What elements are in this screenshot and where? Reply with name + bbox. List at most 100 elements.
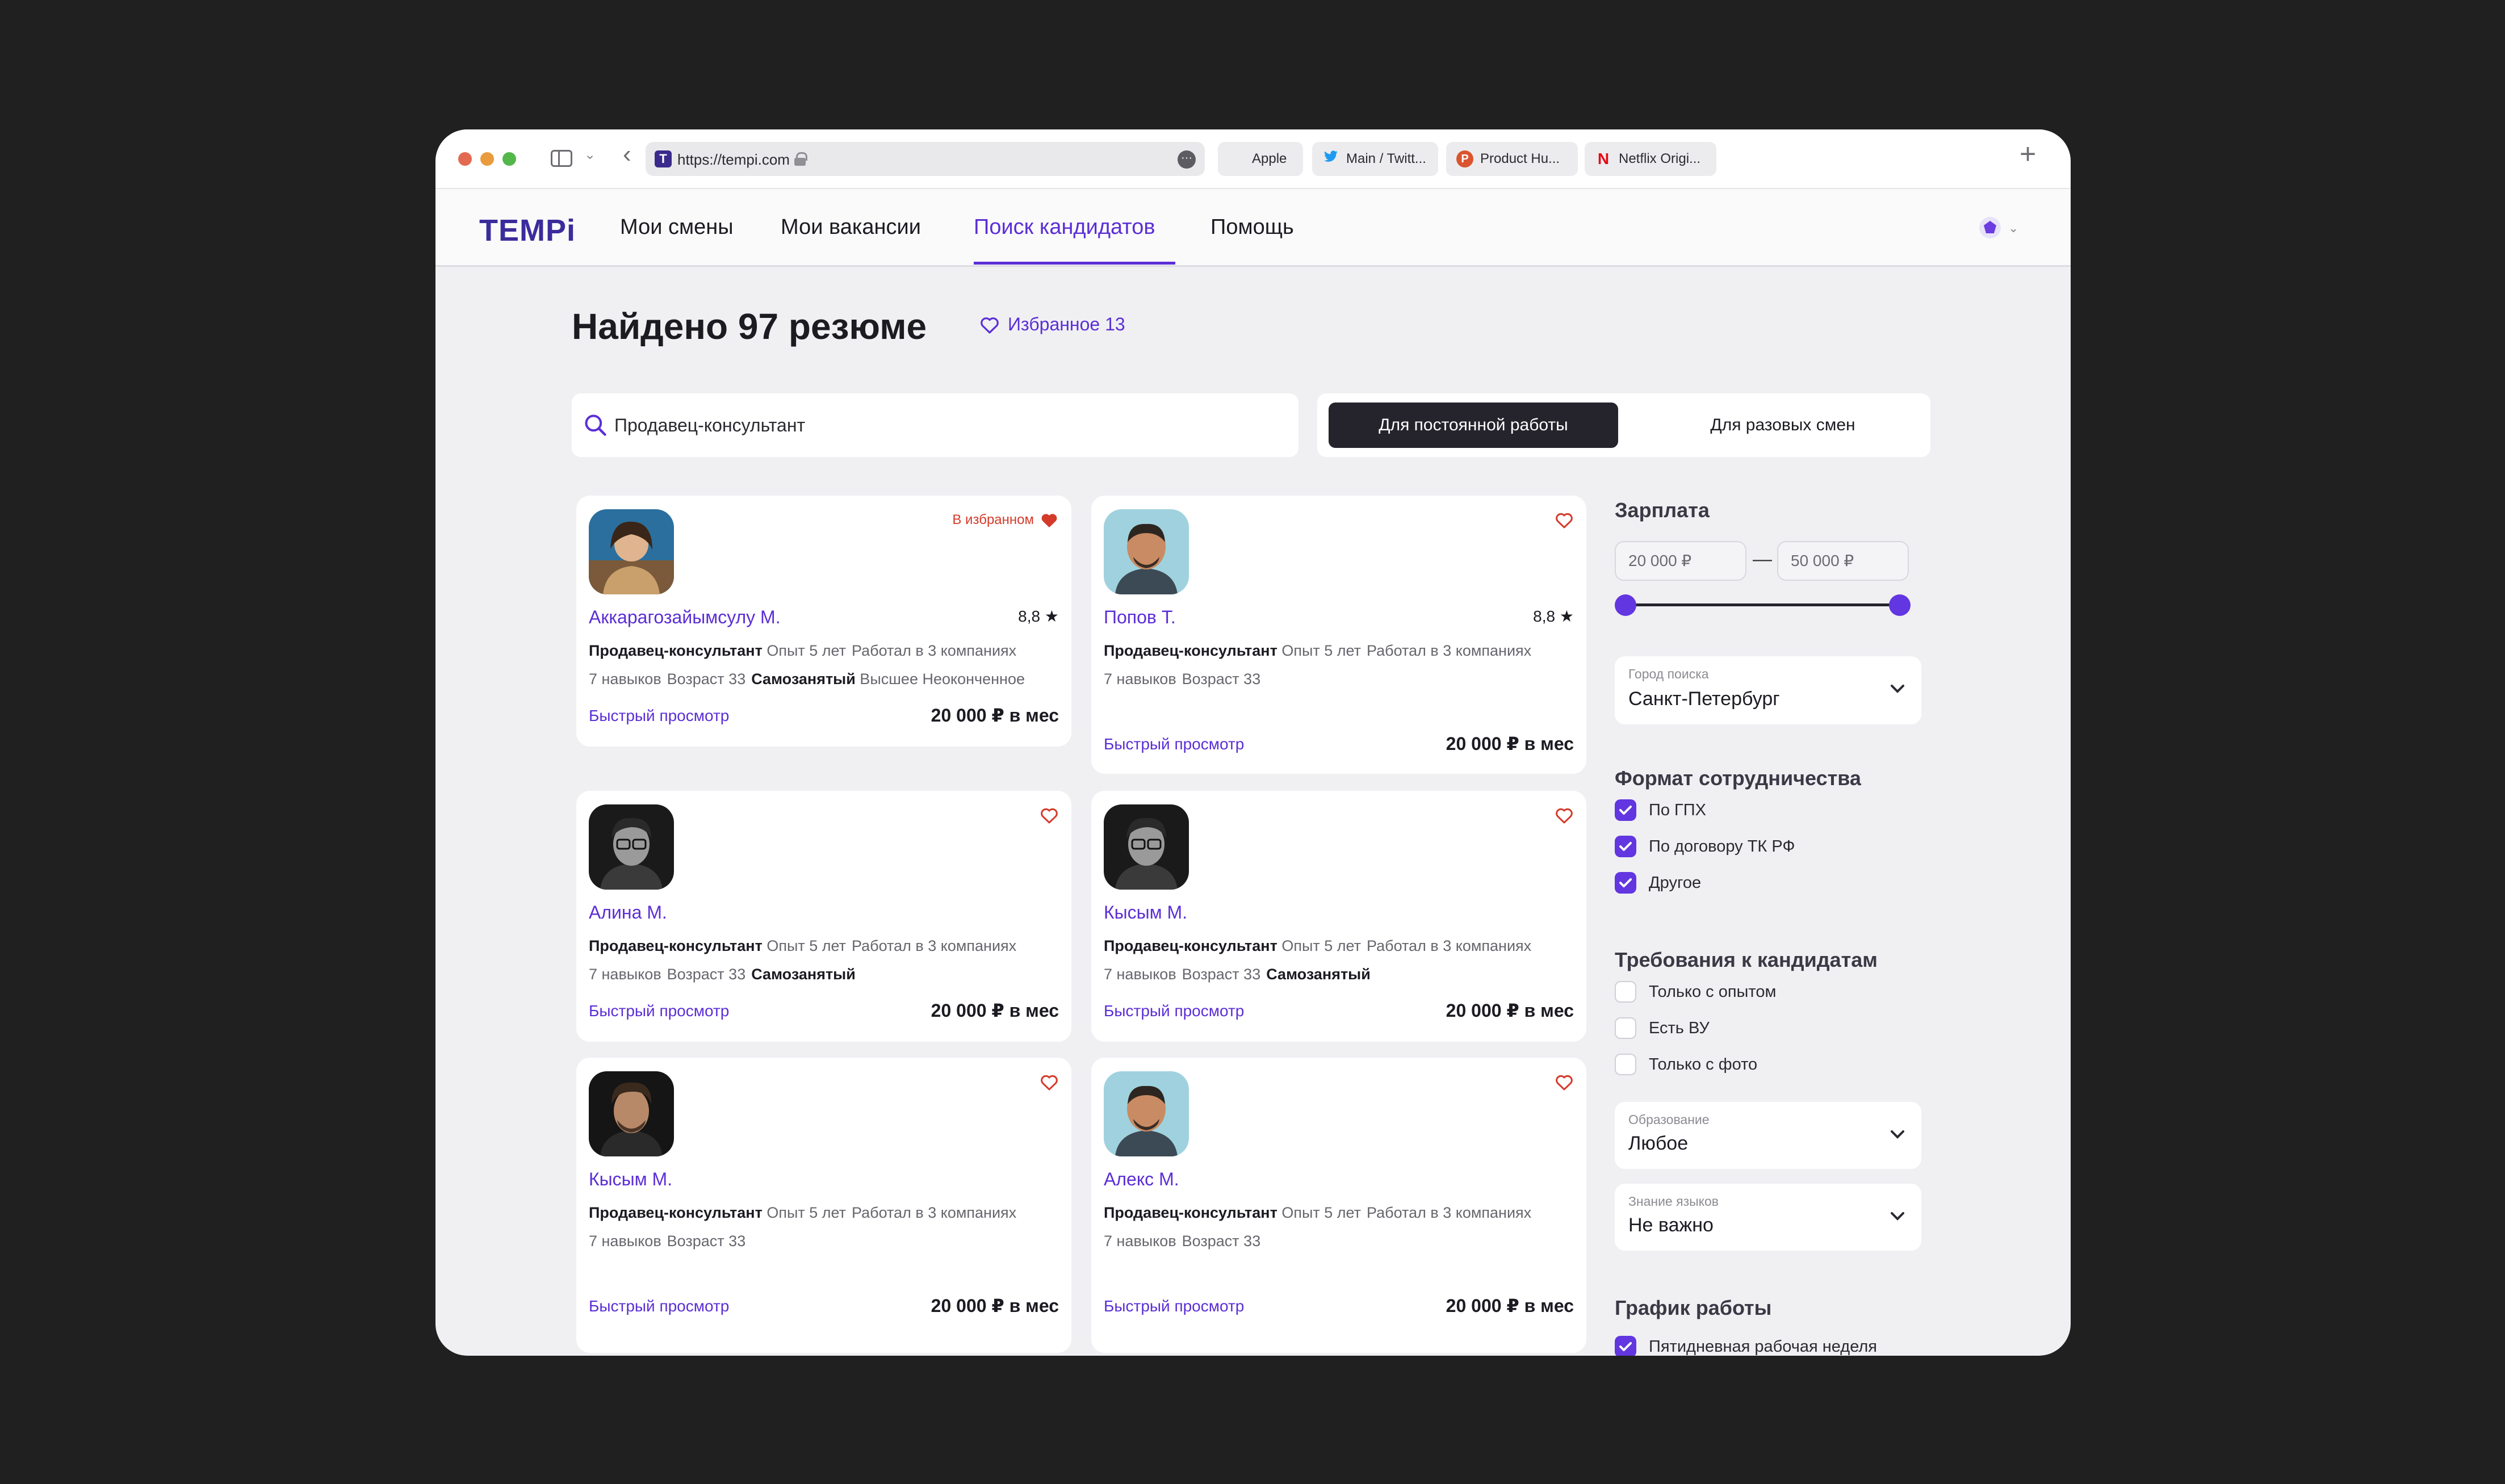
city-select-label: Город поиска <box>1628 666 1709 681</box>
avatar <box>1104 1071 1189 1156</box>
favorites-label: Избранное 13 <box>1008 314 1125 334</box>
salary-max-input[interactable]: 50 000 ₽ <box>1777 541 1909 581</box>
checkbox-unchecked-icon[interactable] <box>1615 981 1636 1003</box>
candidate-info-line: Продавец-консультант Опыт 5 лет Работал в… <box>1104 1204 1537 1222</box>
candidate-card[interactable]: Попов Т. 8,8 ★ Продавец-консультант Опыт… <box>1091 496 1586 774</box>
rating: 8,8 ★ <box>1018 607 1059 626</box>
quick-view-link[interactable]: Быстрый просмотр <box>1104 735 1244 753</box>
education: Высшее Неоконченное <box>860 670 1025 687</box>
back-button[interactable]: ‹ <box>623 142 631 167</box>
nav-help[interactable]: Помощь <box>1210 215 1294 240</box>
checkbox-other[interactable]: Другое <box>1615 872 1701 894</box>
nav-my-shifts[interactable]: Мои смены <box>620 215 734 240</box>
skills: 7 навыков <box>1104 1233 1176 1250</box>
favorite-toggle[interactable] <box>1034 807 1059 824</box>
candidate-name[interactable]: Аккарагозайымсулу М. <box>589 607 781 628</box>
favorite-toggle[interactable] <box>1034 1074 1059 1091</box>
checkbox-only-experienced[interactable]: Только с опытом <box>1615 981 1776 1003</box>
candidate-card[interactable]: В избранном Аккарагозайымсулу М. 8,8 ★ П… <box>576 496 1071 747</box>
candidate-info-line: Продавец-консультант Опыт 5 лет Работал в… <box>589 937 1022 955</box>
quick-view-link[interactable]: Быстрый просмотр <box>1104 1297 1244 1315</box>
rating-value: 8,8 <box>1018 607 1041 625</box>
salary-slider-max-handle[interactable] <box>1889 594 1911 616</box>
logo[interactable]: TEMPi <box>479 213 576 248</box>
salary-slider-min-handle[interactable] <box>1615 594 1636 616</box>
netflix-icon: N <box>1597 150 1610 167</box>
checkbox-gph[interactable]: По ГПХ <box>1615 799 1706 821</box>
quick-view-link[interactable]: Быстрый просмотр <box>589 707 729 725</box>
segment-one-time-shifts[interactable]: Для разовых смен <box>1647 403 1919 448</box>
lock-icon <box>794 152 807 166</box>
heart-outline-icon <box>1556 1075 1573 1091</box>
candidate-name[interactable]: Алина М. <box>589 902 667 923</box>
new-tab-button[interactable]: + <box>2020 140 2036 168</box>
checkbox-checked-icon[interactable] <box>1615 1336 1636 1356</box>
segment-permanent[interactable]: Для постоянной работы <box>1329 403 1618 448</box>
skills: 7 навыков <box>589 966 661 983</box>
more-options-icon[interactable]: ··· <box>1178 150 1196 169</box>
url-text[interactable]: https://tempi.com <box>677 151 790 169</box>
tab-product-hunt[interactable]: P Product Hu... <box>1446 142 1578 176</box>
quick-view-link[interactable]: Быстрый просмотр <box>1104 1002 1244 1020</box>
languages-select[interactable]: Знание языков Не важно <box>1615 1184 1921 1251</box>
chevron-down-icon[interactable]: ⌄ <box>584 146 596 163</box>
favorite-toggle[interactable] <box>1549 1074 1574 1091</box>
nav-candidate-search[interactable]: Поиск кандидатов <box>974 215 1155 240</box>
maximize-window-button[interactable] <box>502 152 516 166</box>
candidate-info-line: 7 навыков Возраст 33 <box>1104 670 1266 688</box>
candidate-info-line: Продавец-консультант Опыт 5 лет Работал в… <box>1104 642 1537 660</box>
checkbox-checked-icon[interactable] <box>1615 836 1636 857</box>
salary-min-input[interactable]: 20 000 ₽ <box>1615 541 1746 581</box>
search-field[interactable]: Продавец-консультант <box>572 393 1298 457</box>
checkbox-checked-icon[interactable] <box>1615 872 1636 894</box>
minimize-window-button[interactable] <box>480 152 494 166</box>
salary-slider-track[interactable] <box>1626 603 1899 606</box>
profile-avatar-icon[interactable] <box>1979 216 2001 239</box>
favorites-link[interactable]: Избранное 13 <box>979 314 1125 335</box>
candidate-name[interactable]: Кысым М. <box>1104 902 1187 923</box>
education-select[interactable]: Образование Любое <box>1615 1102 1921 1169</box>
role: Продавец-консультант <box>589 937 763 954</box>
favorite-toggle[interactable] <box>1549 512 1574 529</box>
companies: Работал в 3 компаниях <box>1367 1204 1532 1221</box>
candidate-card[interactable]: Алекс М. Продавец-консультант Опыт 5 лет… <box>1091 1058 1586 1353</box>
candidate-card[interactable]: Алина М. Продавец-консультант Опыт 5 лет… <box>576 791 1071 1042</box>
checkbox-label: Другое <box>1649 873 1702 892</box>
experience: Опыт 5 лет <box>766 1204 846 1221</box>
tab-netflix[interactable]: N Netflix Origi... <box>1585 142 1716 176</box>
sidebar-toggle-icon[interactable] <box>551 150 572 167</box>
companies: Работал в 3 компаниях <box>852 642 1017 659</box>
candidate-card[interactable]: Кысым М. Продавец-консультант Опыт 5 лет… <box>1091 791 1586 1042</box>
search-input[interactable]: Продавец-консультант <box>614 415 805 436</box>
quick-view-link[interactable]: Быстрый просмотр <box>589 1297 729 1315</box>
candidate-name[interactable]: Кысым М. <box>589 1169 672 1190</box>
companies: Работал в 3 компаниях <box>1367 642 1532 659</box>
checkbox-unchecked-icon[interactable] <box>1615 1017 1636 1039</box>
candidate-name[interactable]: Алекс М. <box>1104 1169 1179 1190</box>
checkbox-checked-icon[interactable] <box>1615 799 1636 821</box>
role: Продавец-консультант <box>1104 937 1277 954</box>
salary: 20 000 ₽ в мес <box>1446 1296 1574 1316</box>
candidate-card[interactable]: Кысым М. Продавец-консультант Опыт 5 лет… <box>576 1058 1071 1353</box>
checkbox-has-license[interactable]: Есть ВУ <box>1615 1017 1710 1039</box>
employment-status: Самозанятый <box>751 670 856 687</box>
tab-apple[interactable]: Apple <box>1218 142 1303 176</box>
checkbox-five-day-week[interactable]: Пятидневная рабочая неделя <box>1615 1336 1877 1356</box>
close-window-button[interactable] <box>458 152 472 166</box>
favorite-toggle[interactable] <box>1549 807 1574 824</box>
quick-view-link[interactable]: Быстрый просмотр <box>589 1002 729 1020</box>
chevron-down-icon[interactable]: ⌄ <box>2008 221 2018 236</box>
favorite-toggle[interactable]: В избранном <box>952 512 1059 529</box>
experience: Опыт 5 лет <box>766 642 846 659</box>
experience: Опыт 5 лет <box>1281 642 1361 659</box>
address-bar[interactable]: T https://tempi.com ··· <box>646 142 1205 176</box>
candidate-name[interactable]: Попов Т. <box>1104 607 1176 628</box>
checkbox-tk-rf[interactable]: По договору ТК РФ <box>1615 836 1795 857</box>
tab-twitter[interactable]: Main / Twitt... <box>1312 142 1438 176</box>
heart-outline-icon <box>1041 1075 1058 1091</box>
nav-my-vacancies[interactable]: Мои вакансии <box>781 215 921 240</box>
checkbox-unchecked-icon[interactable] <box>1615 1054 1636 1075</box>
checkbox-label: Пятидневная рабочая неделя <box>1649 1337 1877 1356</box>
city-select[interactable]: Город поиска Санкт-Петербург <box>1615 656 1921 724</box>
checkbox-only-with-photo[interactable]: Только с фото <box>1615 1054 1757 1075</box>
